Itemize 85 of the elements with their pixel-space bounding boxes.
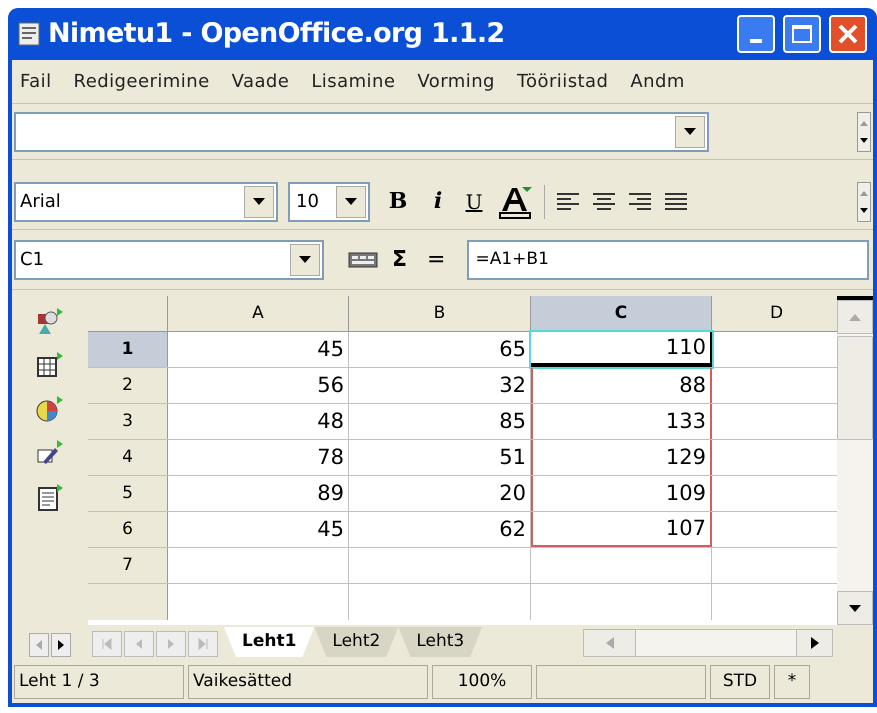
document-icon: [18, 22, 40, 46]
table-cell: 65: [349, 332, 531, 367]
scroll-right-icon[interactable]: [810, 637, 818, 649]
table-cell: 32: [349, 368, 531, 403]
window-title: Nimetu1 - OpenOffice.org 1.1.2: [48, 16, 506, 51]
font-size-combobox[interactable]: 10: [288, 182, 370, 222]
bold-button[interactable]: B: [380, 185, 416, 218]
function-wizard-icon[interactable]: [348, 250, 378, 270]
row-header[interactable]: 7: [88, 548, 168, 583]
maximize-button[interactable]: [783, 15, 821, 53]
row-header[interactable]: 2: [88, 368, 168, 403]
formula-text: =A1+B1: [474, 248, 549, 271]
scroll-down-icon[interactable]: [849, 604, 861, 612]
column-header[interactable]: C: [531, 296, 712, 331]
column-header[interactable]: D: [712, 296, 837, 331]
cell-reference: C1: [19, 248, 46, 272]
menu-item[interactable]: Andm: [630, 68, 685, 95]
minimize-button[interactable]: [737, 15, 775, 53]
menu-item[interactable]: Tööriistad: [516, 68, 608, 95]
dropdown-arrow-icon: [299, 256, 311, 263]
sheet-tab[interactable]: Leht2: [314, 627, 398, 657]
row-header[interactable]: 4: [88, 440, 168, 475]
menu-item[interactable]: Lisamine: [311, 68, 396, 95]
sheet-tab[interactable]: Leht1: [224, 627, 314, 657]
table-cell: 45: [168, 512, 349, 547]
font-name: Arial: [19, 190, 62, 214]
italic-button[interactable]: i: [426, 185, 450, 218]
dropdown-arrow-icon: [684, 128, 696, 135]
formula-input[interactable]: =A1+B1: [467, 240, 869, 280]
menu-item[interactable]: Fail: [20, 68, 52, 95]
column-header[interactable]: B: [349, 296, 531, 331]
align-left-icon[interactable]: [555, 190, 581, 212]
status-field: 100%: [432, 665, 532, 699]
row-header[interactable]: 6: [88, 512, 168, 547]
table-cell: 20: [349, 476, 531, 511]
font-name-combobox[interactable]: Arial: [14, 182, 278, 222]
justify-icon[interactable]: [663, 190, 689, 212]
table-icon[interactable]: [35, 350, 65, 380]
pie-chart-icon[interactable]: [35, 394, 65, 424]
menu-item[interactable]: Redigeerimine: [74, 68, 210, 95]
table-cell: 88: [531, 368, 712, 403]
spin-button-icon[interactable]: [857, 182, 871, 222]
sum-button[interactable]: Σ: [388, 243, 412, 276]
dropdown-arrow-icon: [253, 198, 265, 205]
name-box[interactable]: C1: [14, 240, 324, 280]
scroll-right-icon[interactable]: [51, 633, 71, 657]
table-cell: 107: [531, 512, 712, 547]
close-icon: [837, 23, 859, 45]
underline-button[interactable]: U: [460, 186, 488, 216]
url-combobox[interactable]: [14, 112, 709, 152]
align-center-icon[interactable]: [591, 190, 617, 212]
table-cell: 78: [168, 440, 349, 475]
table-cell: 89: [168, 476, 349, 511]
horizontal-scrollbar[interactable]: [583, 629, 833, 657]
status-field: Leht 1 / 3: [14, 665, 184, 699]
row-header[interactable]: 1: [88, 332, 168, 367]
table-cell: 45: [168, 332, 349, 367]
status-field: Vaikesätted: [188, 665, 428, 699]
status-field: STD: [710, 665, 770, 699]
table-cell: 133: [531, 404, 712, 439]
menu-item[interactable]: Vaade: [232, 68, 290, 95]
table-cell: 85: [349, 404, 531, 439]
dropdown-arrow-icon: [345, 198, 357, 205]
status-field: *: [774, 665, 810, 699]
font-color-icon[interactable]: [498, 184, 534, 218]
table-cell: 51: [349, 440, 531, 475]
font-size: 10: [295, 190, 320, 214]
row-header[interactable]: 5: [88, 476, 168, 511]
table-cell: 110: [531, 332, 712, 367]
table-cell: 62: [349, 512, 531, 547]
navigator-icon[interactable]: [35, 306, 65, 336]
sheet-tab[interactable]: Leht3: [398, 627, 482, 657]
close-button[interactable]: [829, 15, 867, 53]
table-cell: 109: [531, 476, 712, 511]
table-cell: 56: [168, 368, 349, 403]
form-icon[interactable]: [35, 482, 65, 512]
menu-item[interactable]: Vorming: [417, 68, 495, 95]
column-header[interactable]: A: [168, 296, 349, 331]
row-header[interactable]: 3: [88, 404, 168, 439]
table-cell: 129: [531, 440, 712, 475]
vertical-scrollbar[interactable]: [837, 296, 873, 625]
table-cell: 48: [168, 404, 349, 439]
spin-button-icon[interactable]: [857, 112, 871, 152]
function-button[interactable]: =: [421, 243, 452, 276]
align-right-icon[interactable]: [627, 190, 653, 212]
